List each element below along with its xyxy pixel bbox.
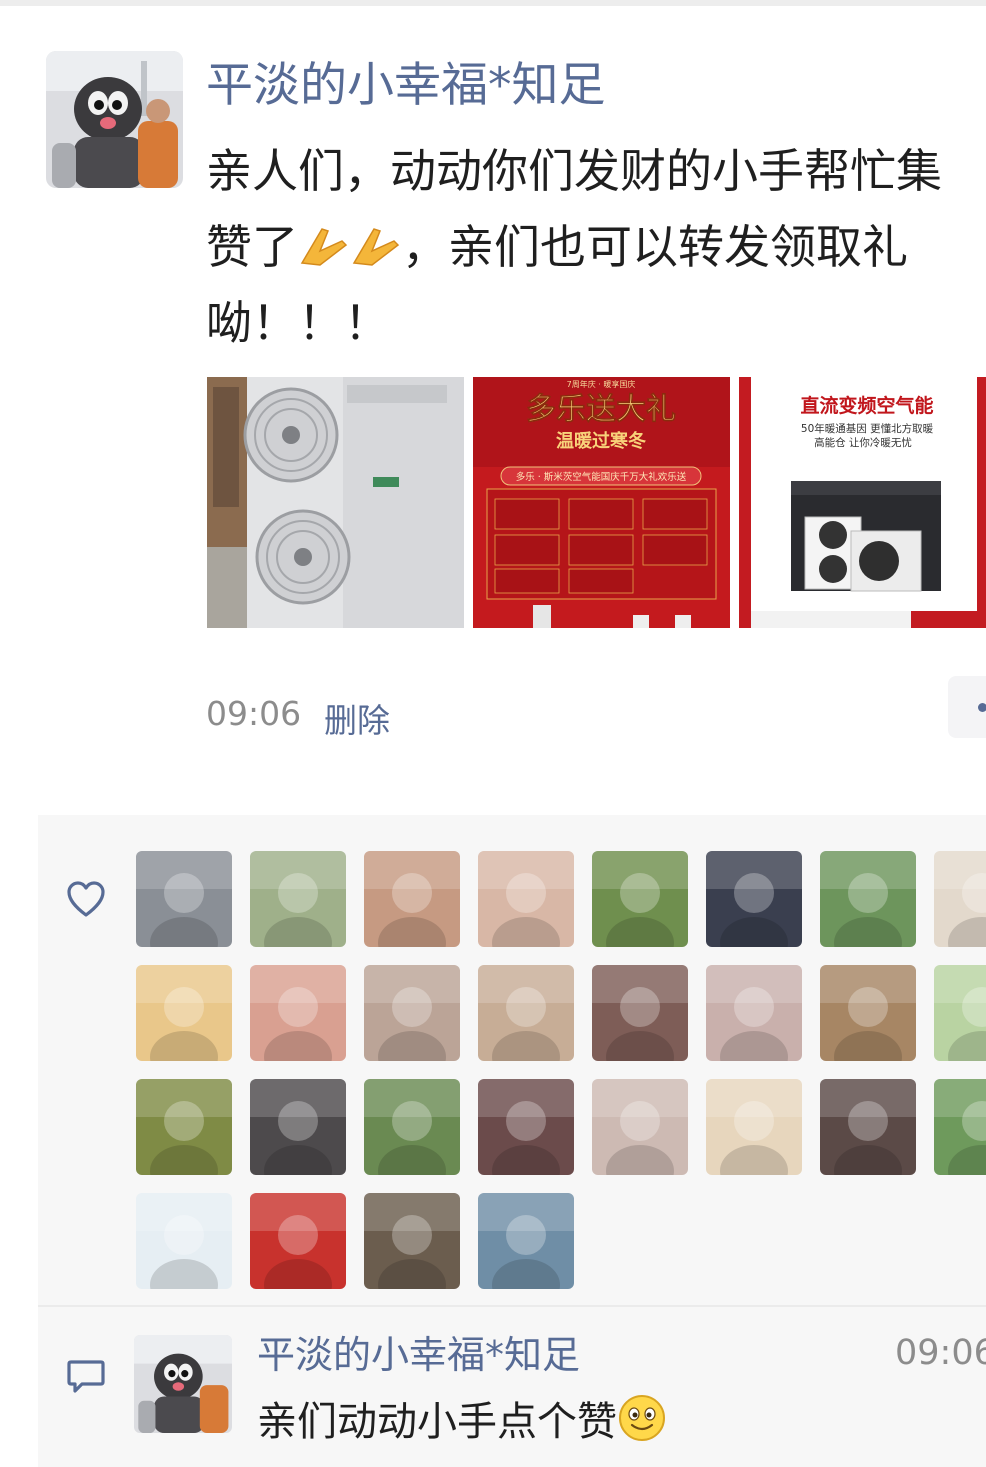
- post-text-line-2-prefix: 赞了: [206, 220, 298, 274]
- girl-cat-hat-avatar[interactable]: [706, 851, 802, 947]
- bridge-child-avatar[interactable]: [478, 1193, 574, 1289]
- woman-smile-avatar[interactable]: [820, 1079, 916, 1175]
- more-dot-icon: [978, 703, 986, 712]
- pray-hands-emoji-icon: [300, 228, 400, 266]
- poster-banner: 多乐 · 斯米茨空气能国庆千万大礼欢乐送: [516, 471, 687, 483]
- poster-subtitle: 温暖过寒冬: [556, 430, 646, 452]
- baby-avatar[interactable]: [364, 965, 460, 1061]
- street-woman-avatar[interactable]: [820, 965, 916, 1061]
- delete-link[interactable]: 删除: [324, 694, 390, 742]
- heat-pump-product-ad-icon: 直流变频空气能 50年暖通基因 更懂北方取暖 高能仓 让你冷暖无忧: [739, 377, 986, 628]
- mole-mascot-avatar[interactable]: [136, 851, 232, 947]
- poster-title: 多乐送大礼: [526, 392, 676, 427]
- poster-header: 7周年庆 · 暖享国庆: [567, 379, 636, 389]
- post-image-1[interactable]: [207, 377, 464, 628]
- kids-filter-avatar[interactable]: [478, 851, 574, 947]
- post-image-3[interactable]: 直流变频空气能 50年暖通基因 更懂北方取暖 高能仓 让你冷暖无忧: [739, 377, 986, 628]
- comment-icon: [67, 1360, 105, 1393]
- post-time: 09:06: [206, 694, 302, 733]
- woman-pink-avatar[interactable]: [250, 965, 346, 1061]
- more-actions-button[interactable]: [948, 676, 986, 738]
- air-source-heat-pump-unit-photo-icon: [207, 377, 464, 628]
- post-text-line-1: 亲人们，动动你们发财的小手帮忙集: [206, 144, 942, 198]
- post-text-line-2: 赞了 ，亲们也可以转发领取礼: [206, 209, 986, 285]
- flower-avatar[interactable]: [706, 1079, 802, 1175]
- comment-text[interactable]: 亲们动动小手点个赞: [257, 1393, 667, 1450]
- sunflowers-avatar[interactable]: [136, 1079, 232, 1175]
- tiger-cartoon-avatar[interactable]: [136, 965, 232, 1061]
- mole-mascot-icon: [46, 51, 183, 188]
- blessing-card-avatar[interactable]: [934, 851, 986, 947]
- comment-time: 09:06: [895, 1333, 986, 1373]
- ad-line-1: 50年暖通基因 更懂北方取暖: [801, 422, 934, 435]
- flag-woman-avatar[interactable]: [250, 1193, 346, 1289]
- graffiti-avatar[interactable]: [250, 1079, 346, 1175]
- likes-comments-divider: [38, 1305, 986, 1307]
- post-author-name[interactable]: 平淡的小幸福*知足: [206, 56, 606, 116]
- commenter-avatar[interactable]: [134, 1335, 232, 1433]
- author-avatar[interactable]: [46, 51, 183, 188]
- doraemon-toy-avatar[interactable]: [364, 1193, 460, 1289]
- top-divider: [0, 0, 986, 6]
- smile-emoji-icon: [619, 1395, 665, 1441]
- comment-text-body: 亲们动动小手点个赞: [257, 1399, 617, 1445]
- heart-icon: [67, 881, 105, 917]
- field-person-avatar[interactable]: [934, 1079, 986, 1175]
- comment-author-name[interactable]: 平淡的小幸福*知足: [257, 1330, 580, 1380]
- woman-forest-avatar[interactable]: [592, 851, 688, 947]
- panda-mascot-avatar[interactable]: [136, 1193, 232, 1289]
- post-text-line-2-suffix: ，亲们也可以转发领取礼: [402, 220, 908, 274]
- green-tea-avatar[interactable]: [934, 965, 986, 1061]
- ad-title: 直流变频空气能: [800, 394, 933, 417]
- ad-line-2: 高能仓 让你冷暖无忧: [814, 436, 912, 449]
- hands-avatar[interactable]: [364, 851, 460, 947]
- garden-path-avatar[interactable]: [364, 1079, 460, 1175]
- mole-mascot-icon: [134, 1335, 232, 1433]
- trees-avatar[interactable]: [820, 851, 916, 947]
- post-image-2[interactable]: 7周年庆 · 暖享国庆 多乐送大礼 温暖过寒冬 多乐 · 斯米茨空气能国庆千万大…: [473, 377, 730, 628]
- woman-short-hair-avatar[interactable]: [478, 965, 574, 1061]
- post-text-line-3: 呦！！！: [206, 296, 390, 350]
- woman-blonde-avatar[interactable]: [592, 1079, 688, 1175]
- promo-poster-red-icon: 7周年庆 · 暖享国庆 多乐送大礼 温暖过寒冬 多乐 · 斯米茨空气能国庆千万大…: [473, 377, 730, 628]
- woman-portrait-avatar[interactable]: [706, 965, 802, 1061]
- family-avatar[interactable]: [592, 965, 688, 1061]
- woman-closeup-avatar[interactable]: [478, 1079, 574, 1175]
- child-outdoor-avatar[interactable]: [250, 851, 346, 947]
- post-text: 亲人们，动动你们发财的小手帮忙集 赞了 ，亲们也可以转发领取礼 呦！！！: [206, 133, 986, 361]
